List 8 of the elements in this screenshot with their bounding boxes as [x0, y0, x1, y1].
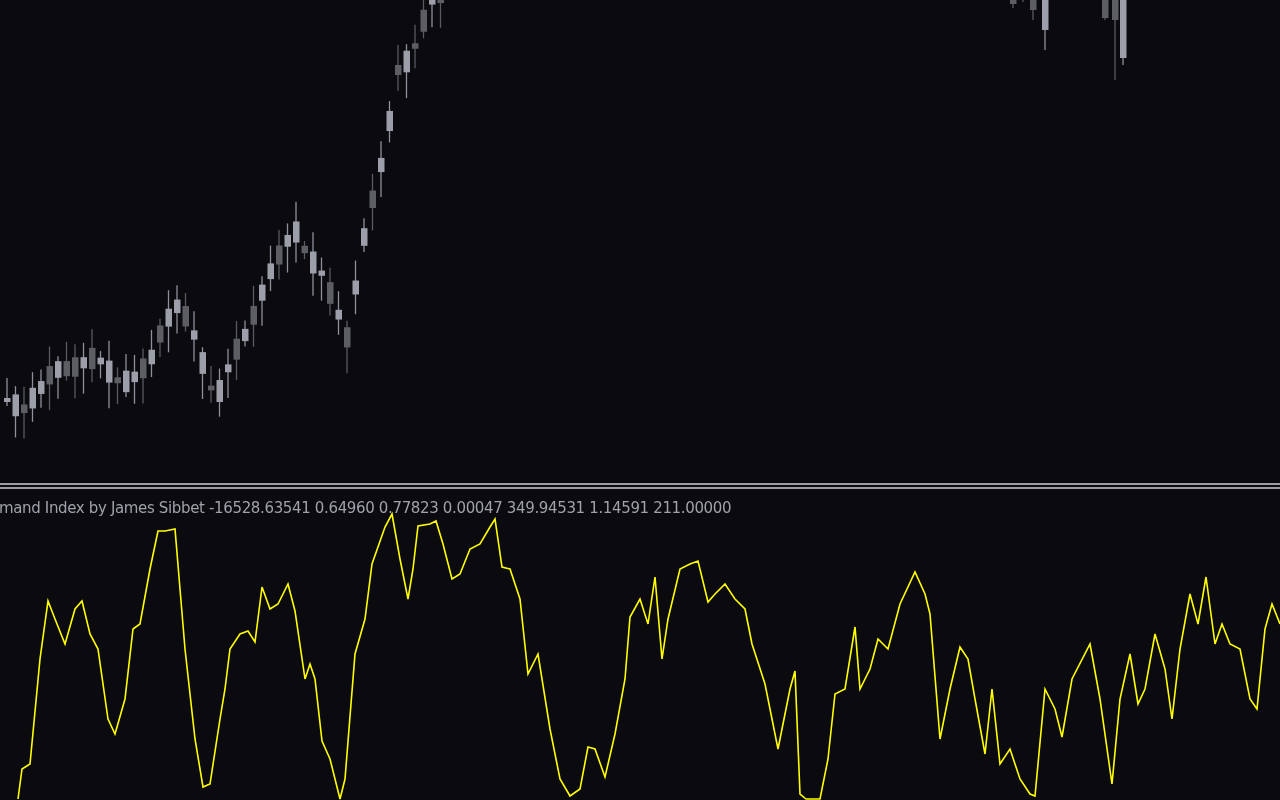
candlestick	[344, 320, 351, 374]
candlestick	[1042, 0, 1049, 51]
candlestick	[1010, 0, 1017, 9]
candlestick	[1022, 0, 1024, 3]
candlestick	[352, 259, 359, 315]
candlestick	[1030, 0, 1037, 21]
candlestick	[1102, 0, 1109, 21]
indicator-label: mand Index by James Sibbet -16528.63541 0.64960 0.77823 0.00047 349.94531 1.14591 211.00000	[0, 499, 732, 517]
